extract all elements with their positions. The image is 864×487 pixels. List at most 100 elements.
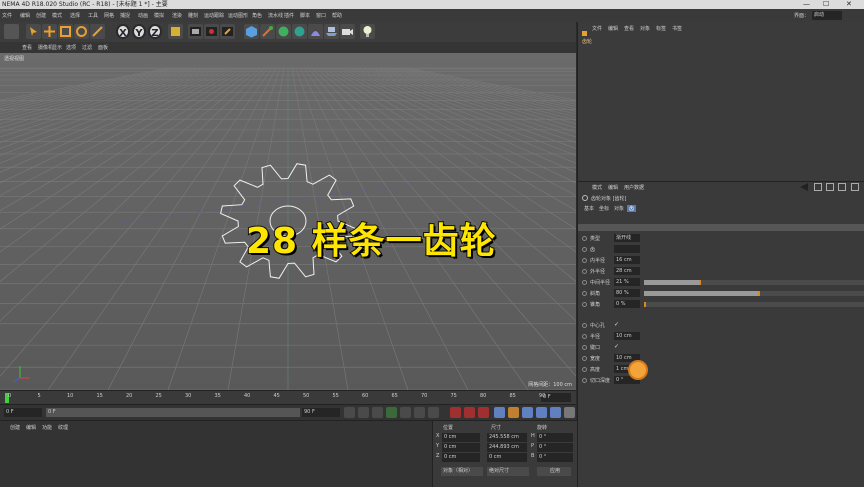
object-manager-menu-item[interactable]: 对象: [640, 25, 650, 32]
object-manager-menu-item[interactable]: 查看: [624, 25, 634, 32]
attribute-tab[interactable]: 基本: [582, 205, 596, 212]
menu-item[interactable]: 雕刻: [188, 12, 198, 19]
previous-frame-icon[interactable]: [372, 407, 383, 418]
undo-icon[interactable]: [4, 24, 19, 39]
render-picture-viewer-icon[interactable]: [204, 24, 219, 39]
attribute-value-field[interactable]: 21 %: [614, 278, 640, 286]
animate-dot-icon[interactable]: [582, 323, 587, 328]
attribute-checkbox[interactable]: ✓: [614, 321, 619, 328]
attribute-tab[interactable]: 坐标: [597, 205, 611, 212]
attribute-slider[interactable]: [644, 280, 864, 285]
next-frame-icon[interactable]: [400, 407, 411, 418]
position-field[interactable]: 0 cm: [442, 433, 480, 442]
attribute-menu-item[interactable]: 编辑: [608, 184, 618, 191]
attribute-value-field[interactable]: 28 cm: [614, 267, 640, 275]
animate-dot-icon[interactable]: [582, 356, 587, 361]
menu-item[interactable]: 角色: [252, 12, 262, 19]
move-key-icon[interactable]: [494, 407, 505, 418]
next-key-icon[interactable]: [414, 407, 425, 418]
menu-item[interactable]: 动画: [138, 12, 148, 19]
object-manager-menu-item[interactable]: 书签: [672, 25, 682, 32]
attribute-value-field[interactable]: 0 %: [614, 300, 640, 308]
animate-dot-icon[interactable]: [582, 367, 587, 372]
viewport-menu-item[interactable]: 查看: [22, 44, 32, 51]
keyframe-selection-icon[interactable]: [478, 407, 489, 418]
attribute-value-field[interactable]: 80 %: [614, 289, 640, 297]
floor-icon[interactable]: [324, 24, 339, 39]
animate-dot-icon[interactable]: [582, 291, 587, 296]
y-axis-button[interactable]: Y: [132, 24, 146, 39]
subdivision-icon[interactable]: [276, 24, 291, 39]
new-window-icon[interactable]: [838, 183, 846, 191]
rotate-icon[interactable]: [74, 24, 89, 39]
viewport-menu-item[interactable]: 选项: [66, 44, 76, 51]
maximize-icon[interactable]: ☐: [823, 0, 829, 9]
select-icon[interactable]: [26, 24, 41, 39]
go-to-end-icon[interactable]: [428, 407, 439, 418]
animate-dot-icon[interactable]: [582, 236, 587, 241]
attribute-tab[interactable]: 对象: [612, 205, 626, 212]
attribute-slider[interactable]: [644, 291, 864, 296]
attribute-slider[interactable]: [644, 302, 864, 307]
menu-item[interactable]: 运动图形: [228, 12, 248, 19]
attribute-value-field[interactable]: 16 cm: [614, 256, 640, 264]
viewport-menu-item[interactable]: 面板: [98, 44, 108, 51]
timeline-menu-icon[interactable]: [564, 407, 575, 418]
slider-handle[interactable]: [758, 291, 761, 296]
timeline-ruler[interactable]: 0 F 0 5 10 15 20 25 30 35 40 45 50 55 60 65 70 75 80 85 90: [0, 390, 576, 405]
object-manager-menu-item[interactable]: 文件: [592, 25, 602, 32]
viewport-menu-item[interactable]: 显示: [52, 44, 62, 51]
slider-handle[interactable]: [699, 280, 701, 285]
object-menu-icon[interactable]: [582, 31, 587, 36]
param-key-icon[interactable]: [536, 407, 547, 418]
minimize-icon[interactable]: —: [803, 0, 810, 9]
camera-icon[interactable]: [340, 24, 355, 39]
array-icon[interactable]: [292, 24, 307, 39]
attribute-menu-item[interactable]: 模式: [592, 184, 602, 191]
frame-range-slider[interactable]: 0 F: [46, 408, 300, 417]
menu-item[interactable]: 脚本: [300, 12, 310, 19]
close-icon[interactable]: ✕: [846, 0, 852, 9]
coordinate-mode-select[interactable]: 对象（相对）: [441, 467, 483, 476]
size-field[interactable]: 0 cm: [487, 453, 527, 462]
rotate-key-icon[interactable]: [522, 407, 533, 418]
pla-key-icon[interactable]: [550, 407, 561, 418]
menu-item[interactable]: 运动跟踪: [204, 12, 224, 19]
position-field[interactable]: 0 cm: [442, 443, 480, 452]
timeline-end-field[interactable]: 0 F: [541, 393, 571, 402]
render-view-icon[interactable]: [188, 24, 203, 39]
slider-handle[interactable]: [644, 302, 646, 307]
animate-dot-icon[interactable]: [582, 302, 587, 307]
animate-dot-icon[interactable]: [582, 269, 587, 274]
menu-item[interactable]: 编辑: [20, 12, 30, 19]
deformer-icon[interactable]: [308, 24, 323, 39]
menu-item[interactable]: 插件: [284, 12, 294, 19]
attribute-tab[interactable]: 齿: [627, 205, 637, 212]
size-field[interactable]: 245.558 cm: [487, 433, 527, 442]
animate-dot-icon[interactable]: [582, 280, 587, 285]
end-frame-field[interactable]: 90 F: [302, 408, 340, 417]
object-manager-menu-item[interactable]: 编辑: [608, 25, 618, 32]
material-menu-item[interactable]: 编辑: [26, 424, 36, 431]
menu-item[interactable]: 选择: [70, 12, 80, 19]
menu-item[interactable]: 工具: [88, 12, 98, 19]
coordinate-system-icon[interactable]: [168, 24, 183, 39]
scale-key-icon[interactable]: [508, 407, 519, 418]
material-menu-item[interactable]: 功能: [42, 424, 52, 431]
object-manager-menu-item[interactable]: 标签: [656, 25, 666, 32]
light-icon[interactable]: [360, 24, 375, 39]
attribute-value-field[interactable]: 10 cm: [614, 332, 640, 340]
x-axis-button[interactable]: X: [116, 24, 130, 39]
apply-button[interactable]: 应用: [537, 467, 571, 476]
menu-item[interactable]: 捕捉: [120, 12, 130, 19]
previous-key-icon[interactable]: [358, 407, 369, 418]
lock-icon[interactable]: [826, 183, 834, 191]
object-item-gear[interactable]: 齿轮: [582, 38, 592, 45]
menu-item[interactable]: 网格: [104, 12, 114, 19]
attribute-menu-item[interactable]: 用户数据: [624, 184, 644, 191]
attribute-checkbox[interactable]: ✓: [614, 343, 619, 350]
attribute-value-field[interactable]: [614, 245, 640, 253]
z-axis-button[interactable]: Z: [148, 24, 162, 39]
search-icon[interactable]: [814, 183, 822, 191]
menu-item[interactable]: 窗口: [316, 12, 326, 19]
